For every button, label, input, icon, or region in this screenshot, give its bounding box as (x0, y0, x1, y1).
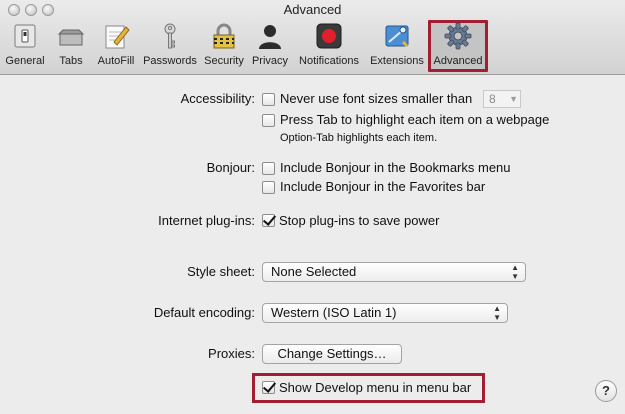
tab-extensions[interactable]: Extensions (367, 20, 427, 72)
default-encoding-value: Western (ISO Latin 1) (271, 305, 397, 320)
option-tab-note: Option-Tab highlights each item. (280, 132, 438, 144)
tab-privacy-label: Privacy (251, 55, 289, 67)
style-sheet-value: None Selected (271, 264, 357, 279)
show-develop-menu-option-label: Show Develop menu in menu bar (279, 380, 472, 395)
tab-notifications[interactable]: Notifications (294, 20, 364, 72)
press-tab-checkbox[interactable] (262, 114, 275, 127)
bonjour-favorites-checkbox[interactable] (262, 181, 275, 194)
press-tab-option-label: Press Tab to highlight each item on a we… (280, 112, 550, 127)
extensions-puzzle-icon (385, 25, 409, 48)
general-switch-icon (14, 24, 36, 48)
style-sheet-label: Style sheet: (187, 264, 255, 279)
change-settings-button[interactable]: Change Settings… (262, 344, 402, 364)
notifications-icon (316, 23, 342, 49)
min-font-size-value: 8 (489, 92, 496, 106)
tabs-icon (57, 29, 85, 46)
show-develop-menu-checkbox[interactable] (262, 381, 275, 394)
help-button[interactable]: ? (595, 380, 617, 402)
stop-plugins-checkbox[interactable] (262, 214, 275, 227)
min-font-size-option-label: Never use font sizes smaller than (280, 91, 473, 106)
tab-autofill-label: AutoFill (97, 55, 135, 67)
up-down-arrows-icon: ▲ ▼ (493, 304, 501, 322)
tab-advanced[interactable]: Advanced (428, 20, 488, 72)
tab-autofill[interactable]: AutoFill (93, 20, 139, 72)
tab-security-label: Security (204, 55, 244, 67)
stop-plugins-option-label: Stop plug-ins to save power (279, 213, 440, 228)
person-silhouette-icon (259, 25, 281, 49)
tab-notifications-label: Notifications (299, 55, 359, 67)
internet-plugins-label: Internet plug-ins: (158, 213, 255, 228)
window-title: Advanced (283, 2, 342, 17)
bonjour-bookmarks-option-label: Include Bonjour in the Bookmarks menu (280, 160, 511, 175)
gear-icon (444, 22, 472, 50)
lock-icon (213, 23, 235, 49)
tab-passwords-label: Passwords (143, 55, 197, 67)
chevron-down-icon: ▼ (509, 94, 518, 104)
window-titlebar: Advanced General Tabs AutoFill Passwords… (0, 0, 625, 75)
tab-advanced-label: Advanced (433, 55, 483, 67)
bonjour-favorites-option-label: Include Bonjour in the Favorites bar (280, 179, 486, 194)
accessibility-label: Accessibility: (180, 91, 255, 106)
bonjour-bookmarks-checkbox[interactable] (262, 162, 275, 175)
tab-general[interactable]: General (2, 20, 48, 72)
tab-privacy[interactable]: Privacy (250, 20, 290, 72)
default-encoding-popup[interactable]: Western (ISO Latin 1) ▲ ▼ (262, 303, 508, 323)
style-sheet-popup[interactable]: None Selected ▲ ▼ (262, 262, 526, 282)
tab-tabs[interactable]: Tabs (54, 20, 88, 72)
up-down-arrows-icon: ▲ ▼ (511, 263, 519, 281)
default-encoding-label: Default encoding: (153, 305, 255, 320)
key-icon (164, 23, 176, 49)
proxies-label: Proxies: (208, 346, 255, 361)
autofill-pencil-icon (105, 25, 130, 49)
tab-extensions-label: Extensions (370, 55, 424, 67)
tab-security[interactable]: Security (201, 20, 247, 72)
min-font-size-select[interactable]: 8 ▼ (483, 90, 521, 108)
tab-general-label: General (5, 55, 45, 67)
advanced-preferences-pane: Accessibility: Never use font sizes smal… (0, 76, 625, 414)
bonjour-label: Bonjour: (206, 160, 255, 175)
tab-passwords[interactable]: Passwords (142, 20, 198, 72)
min-font-size-checkbox[interactable] (262, 93, 275, 106)
tab-tabs-label: Tabs (59, 55, 83, 67)
